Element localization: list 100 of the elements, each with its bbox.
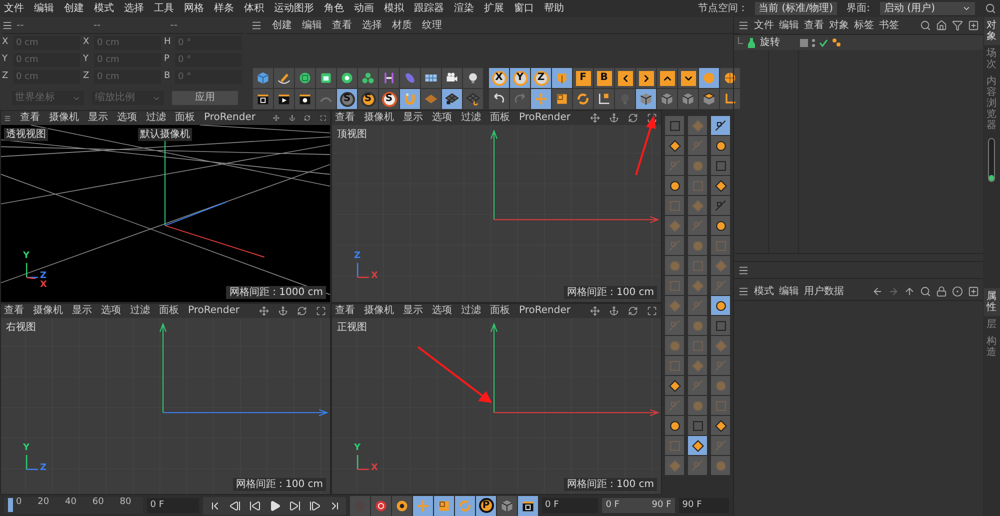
side-tab[interactable]: 属性 <box>984 288 1000 316</box>
viewport-menu-item[interactable]: 过滤 <box>461 112 481 124</box>
search-icon[interactable] <box>985 3 996 14</box>
toolbar-button[interactable] <box>434 496 454 516</box>
camera-label[interactable]: 默认摄像机 <box>138 128 192 141</box>
palette-tool-button[interactable] <box>711 176 730 195</box>
toolbar-button[interactable] <box>678 68 698 88</box>
palette-tool-button[interactable] <box>711 116 730 135</box>
toolbar-button[interactable] <box>337 68 357 88</box>
panel-menu-item[interactable]: 标签 <box>854 20 874 32</box>
side-tab[interactable]: 场次 <box>984 45 1000 73</box>
toolbar-button[interactable] <box>442 68 462 88</box>
visibility-dots-icon[interactable] <box>812 38 815 46</box>
node-space-dropdown[interactable]: 当前 (标准/物理) <box>754 2 837 15</box>
viewport-menu-item[interactable]: 显示 <box>72 304 92 316</box>
rotate-view-icon[interactable] <box>628 306 638 316</box>
menu-icon[interactable] <box>738 20 749 31</box>
new-panel-icon[interactable] <box>968 286 979 297</box>
toolbar-button[interactable] <box>413 496 433 516</box>
up-icon[interactable] <box>904 286 915 297</box>
panel-menu-item[interactable]: 编辑 <box>779 286 799 298</box>
apply-button[interactable]: 应用 <box>172 91 238 105</box>
end-frame-field[interactable]: 90 F <box>679 498 730 513</box>
toolbar-button[interactable]: S <box>379 89 399 109</box>
viewport-menu-item[interactable]: 显示 <box>403 304 423 316</box>
menu-icon[interactable] <box>738 286 749 297</box>
viewport-menu-item[interactable]: 摄像机 <box>364 304 394 316</box>
menu-item[interactable]: 角色 <box>324 2 344 14</box>
frame-ruler[interactable]: 0 20 40 60 80 <box>4 497 144 514</box>
viewport-menu-item[interactable]: 选项 <box>117 112 138 124</box>
panel-menu-item[interactable]: 模式 <box>754 286 774 298</box>
toolbar-button[interactable] <box>720 68 740 88</box>
viewport-menu-item[interactable]: ProRender <box>519 304 570 316</box>
viewport-menu-item[interactable]: 查看 <box>335 112 355 124</box>
palette-tool-button[interactable] <box>665 416 684 435</box>
toolbar-button[interactable] <box>442 89 462 109</box>
viewport-menu-item[interactable]: ProRender <box>204 112 256 124</box>
menu-item[interactable]: 运动图形 <box>274 2 314 14</box>
search-icon[interactable] <box>920 20 931 31</box>
palette-tool-button[interactable] <box>665 176 684 195</box>
toolbar-button[interactable] <box>594 89 614 109</box>
panel-menu-item[interactable]: 查看 <box>804 20 824 32</box>
toolbar-button[interactable] <box>316 68 336 88</box>
slider-thumb[interactable] <box>989 175 994 181</box>
panel-menu-item[interactable]: 文件 <box>754 20 774 32</box>
viewport-menu-item[interactable]: 面板 <box>175 112 196 124</box>
toolbar-button[interactable] <box>295 89 315 109</box>
filter-icon[interactable] <box>952 20 963 31</box>
palette-tool-button[interactable] <box>688 436 707 455</box>
palette-tool-button[interactable] <box>711 216 730 235</box>
viewport-menu-item[interactable]: 面板 <box>490 304 510 316</box>
viewport-menu-item[interactable]: ProRender <box>519 112 570 124</box>
toolbar-button[interactable] <box>253 89 273 109</box>
menu-item[interactable]: 扩展 <box>484 2 504 14</box>
toolbar-button[interactable]: Y <box>510 68 530 88</box>
toolbar-button[interactable] <box>489 89 509 109</box>
menu-icon[interactable] <box>738 264 749 276</box>
viewport-menu-item[interactable]: 选项 <box>432 304 452 316</box>
menu-item[interactable]: 工具 <box>154 2 174 14</box>
move-view-icon[interactable] <box>590 306 600 316</box>
viewport-menu-item[interactable]: 摄像机 <box>33 304 63 316</box>
toolbar-button[interactable]: S <box>358 89 378 109</box>
toolbar-button[interactable] <box>463 68 483 88</box>
panel-menu-item[interactable]: 创建 <box>272 20 292 32</box>
viewport-menu-item[interactable]: 过滤 <box>130 304 150 316</box>
anchor-icon[interactable] <box>609 113 619 123</box>
rotate-view-icon[interactable] <box>628 113 638 123</box>
toolbar-button[interactable] <box>392 496 412 516</box>
toolbar-button[interactable] <box>720 89 740 109</box>
menu-item[interactable]: 体积 <box>244 2 264 14</box>
toolbar-button[interactable] <box>274 89 294 109</box>
lock-icon[interactable] <box>936 286 947 297</box>
anchor-icon[interactable] <box>288 113 296 123</box>
toolbar-button[interactable]: F <box>573 68 593 88</box>
toolbar-button[interactable] <box>636 68 656 88</box>
toolbar-button[interactable] <box>518 496 538 516</box>
toolbar-button[interactable] <box>615 68 635 88</box>
toolbar-button[interactable] <box>274 68 294 88</box>
menu-item[interactable]: 窗口 <box>514 2 534 14</box>
viewport-menu-item[interactable]: 摄像机 <box>49 112 80 124</box>
viewport-menu-item[interactable]: 查看 <box>20 112 40 124</box>
palette-tool-button[interactable] <box>711 136 730 155</box>
new-panel-icon[interactable] <box>968 20 979 31</box>
rotate-view-icon[interactable] <box>304 113 311 123</box>
viewport-menu-item[interactable]: 显示 <box>403 112 423 124</box>
menu-item[interactable]: 样条 <box>214 2 234 14</box>
menu-item[interactable]: 创建 <box>64 2 84 14</box>
current-frame-field[interactable]: 0 F <box>147 498 199 513</box>
side-tab[interactable]: 构造 <box>984 333 1000 361</box>
viewport-menu-item[interactable]: 过滤 <box>461 304 481 316</box>
palette-tool-button[interactable] <box>665 376 684 395</box>
menu-item[interactable]: 文件 <box>4 2 24 14</box>
panel-menu-item[interactable]: 材质 <box>392 20 412 32</box>
home-icon[interactable] <box>936 20 947 31</box>
object-row[interactable]: 旋转 <box>734 35 983 50</box>
toolbar-button[interactable] <box>371 496 391 516</box>
menu-icon[interactable] <box>2 20 13 31</box>
menu-item[interactable]: 动画 <box>354 2 374 14</box>
viewport-menu-item[interactable]: 查看 <box>4 304 24 316</box>
target-icon[interactable] <box>952 286 963 297</box>
